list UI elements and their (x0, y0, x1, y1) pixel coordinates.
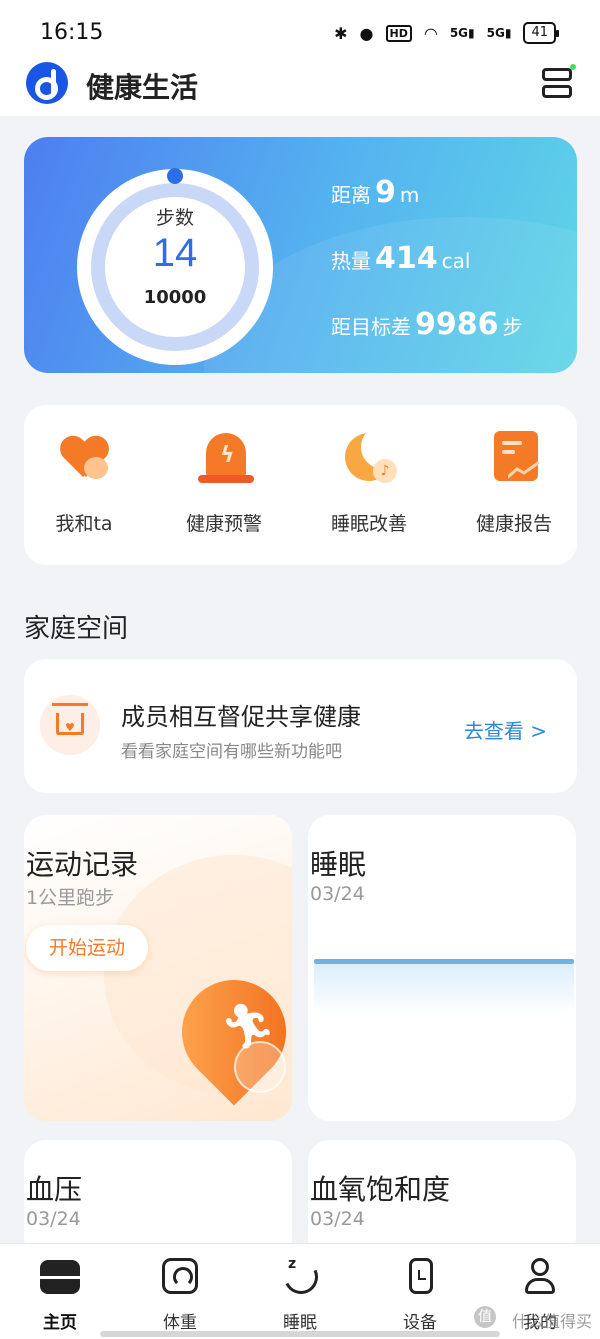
tab-label: 主页 (43, 1313, 77, 1333)
watermark-text: 什么值得买 (511, 1312, 592, 1331)
battery-icon: 41 (523, 22, 559, 44)
watch-icon (409, 1258, 433, 1294)
family-card-subtitle: 看看家庭空间有哪些新功能吧 (121, 742, 342, 762)
moon-music-icon: ♪ (339, 425, 405, 487)
metric-unit: cal (441, 249, 471, 273)
metric-value: 9 (375, 175, 396, 210)
quick-action-sleep-improve[interactable]: ♪ 睡眠改善 (309, 425, 429, 536)
home-indicator[interactable] (100, 1331, 500, 1337)
watermark-logo: 值 (474, 1306, 496, 1328)
metric-label: 热量 (331, 249, 371, 273)
app-logo-icon (26, 62, 68, 104)
signal-5g-icon: 5G▮ (449, 26, 475, 40)
quick-action-label: 睡眠改善 (330, 513, 407, 535)
sleep-moon-icon: z (279, 1255, 323, 1299)
family-space-card[interactable]: ♥ 成员相互督促共享健康 看看家庭空间有哪些新功能吧 去查看 > (24, 659, 577, 793)
family-section-heading: 家庭空间 (24, 614, 129, 644)
sleep-tile[interactable]: 睡眠 03/24 (308, 815, 576, 1121)
tile-title: 运动记录 (26, 848, 139, 881)
bluetooth-icon: ✱ (334, 23, 348, 43)
exercise-record-tile[interactable]: 运动记录 1公里跑步 开始运动 🏃︎ (24, 815, 292, 1121)
metric-label: 距目标差 (331, 315, 411, 339)
tab-label: 设备 (403, 1313, 437, 1333)
report-chart-icon (484, 431, 544, 487)
device-manager-icon[interactable] (542, 64, 576, 100)
quick-action-label: 我和ta (55, 513, 113, 535)
tile-date: 03/24 (26, 1208, 81, 1230)
family-home-icon: ♥ (40, 695, 100, 755)
family-card-title: 成员相互督促共享健康 (121, 703, 361, 731)
tile-date: 03/24 (310, 1208, 365, 1230)
wifi-icon: ◠ (423, 23, 438, 43)
quick-actions-card: 我和ta ϟ 健康预警 ♪ 睡眠改善 健康报告 (24, 405, 577, 565)
scale-icon (162, 1258, 198, 1294)
quick-action-health-alert[interactable]: ϟ 健康预警 (164, 431, 284, 536)
calorie-metric: 热量 414 cal (331, 241, 470, 276)
tab-home[interactable]: 主页 (20, 1256, 100, 1333)
steps-count: 14 (152, 231, 198, 275)
disc-decoration (234, 1041, 286, 1093)
quick-action-label: 健康预警 (185, 513, 262, 535)
notification-dot (570, 64, 576, 70)
status-time: 16:15 (40, 20, 104, 45)
blood-pressure-tile[interactable]: 血压 03/24 (24, 1140, 292, 1260)
metric-unit: 步 (502, 315, 523, 339)
sleep-chart-area (314, 964, 574, 1014)
status-icons: ✱ ● HD ◠ 5G▮ 5G▮ 41 (334, 22, 559, 44)
alarm-light-icon: ϟ (194, 431, 254, 487)
bottom-tab-bar: 主页 体重 z 睡眠 设备 我的 (0, 1243, 600, 1339)
distance-metric: 距离 9 m (331, 175, 419, 210)
quick-action-health-report[interactable]: 健康报告 (454, 431, 574, 536)
app-bar: 健康生活 (0, 54, 600, 116)
family-view-link[interactable]: 去查看 > (464, 715, 547, 744)
home-icon (40, 1260, 80, 1294)
goal-remaining-metric: 距目标差 9986 步 (331, 307, 523, 342)
signal-5g-icon: 5G▮ (486, 26, 512, 40)
tab-label: 体重 (163, 1313, 197, 1333)
tab-label: 睡眠 (283, 1313, 317, 1333)
tab-weight[interactable]: 体重 (140, 1256, 220, 1333)
metric-value: 9986 (415, 307, 499, 342)
quick-action-label: 健康报告 (475, 513, 552, 535)
tab-sleep[interactable]: z 睡眠 (260, 1255, 340, 1333)
quick-action-couple[interactable]: 我和ta (24, 431, 144, 536)
metric-value: 414 (375, 241, 438, 276)
couple-heart-icon (54, 431, 114, 487)
start-exercise-button[interactable]: 开始运动 (26, 925, 148, 971)
tile-date: 03/24 (310, 883, 365, 905)
tile-title: 睡眠 (310, 848, 367, 881)
tile-title: 血压 (26, 1173, 83, 1206)
metric-label: 距离 (331, 183, 371, 207)
tile-title: 血氧饱和度 (310, 1173, 451, 1206)
blood-oxygen-tile[interactable]: 血氧饱和度 03/24 (308, 1140, 576, 1260)
app-title: 健康生活 (86, 71, 199, 104)
hd-icon: HD (385, 24, 412, 42)
metric-unit: m (399, 183, 420, 207)
tab-devices[interactable]: 设备 (380, 1256, 460, 1333)
tile-subtitle: 1公里跑步 (26, 887, 115, 909)
steps-progress-indicator (167, 168, 183, 184)
profile-icon (520, 1256, 560, 1296)
steps-goal: 10000 (143, 287, 207, 308)
location-icon: ● (359, 23, 374, 43)
steps-label: 步数 (155, 207, 194, 229)
steps-card[interactable]: 步数 14 10000 距离 9 m 热量 414 cal 距目标差 9986 步 (24, 137, 577, 373)
